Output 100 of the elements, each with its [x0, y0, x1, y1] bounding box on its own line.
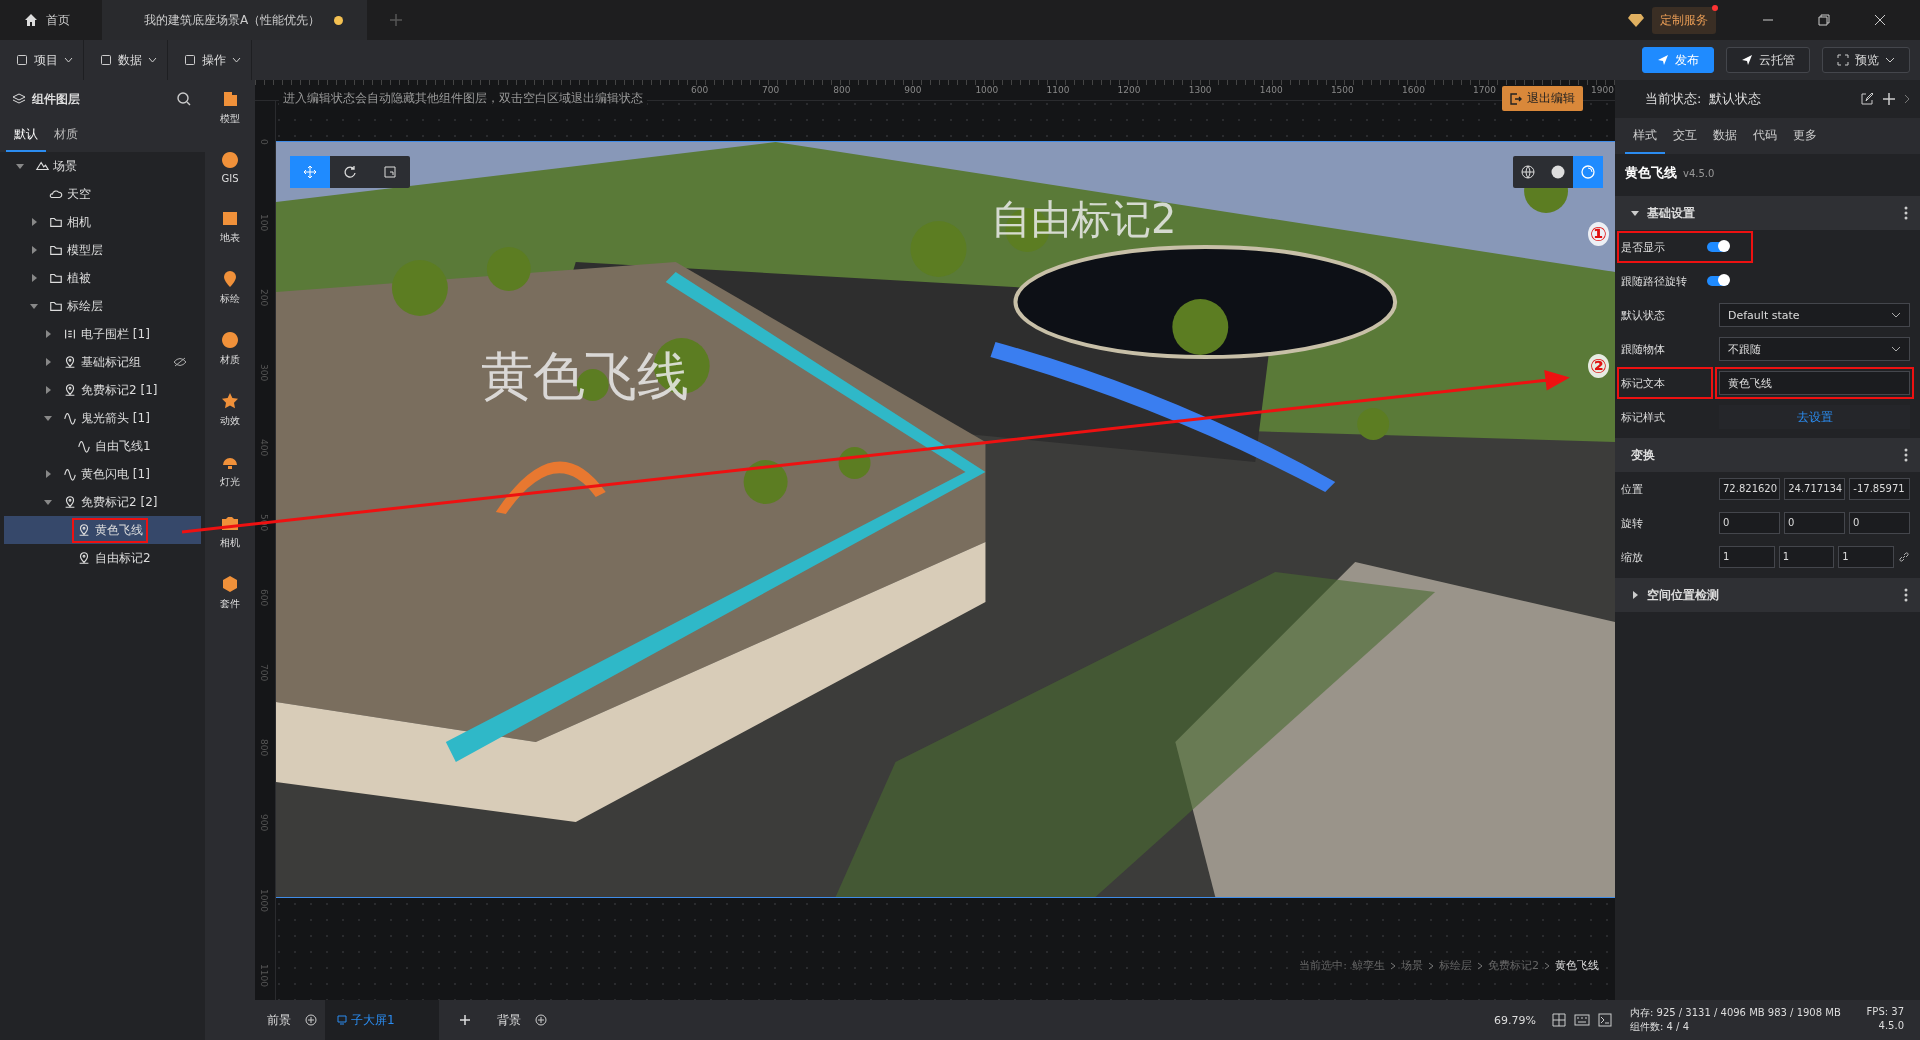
expand-caret-icon[interactable] [44, 330, 52, 338]
search-icon[interactable] [177, 92, 191, 106]
layer-tree-item[interactable]: 天空 [4, 180, 201, 208]
layer-tree-item[interactable]: 鬼光箭头 [1] [4, 404, 201, 432]
property-label: 跟随路径旋转 [1621, 273, 1688, 289]
layer-tree-item[interactable]: 免费标记2 [1] [4, 376, 201, 404]
add-circle-icon[interactable] [535, 1014, 547, 1026]
chevron-right-icon[interactable] [1904, 94, 1910, 104]
layer-tree-item[interactable]: 自由飞线1 [4, 432, 201, 460]
layer-tree-item[interactable]: 黄色飞线 [4, 516, 201, 544]
expand-caret-icon[interactable] [16, 162, 24, 170]
edit-icon[interactable] [1860, 92, 1874, 106]
exit-icon [1510, 92, 1522, 105]
menu-icon [16, 54, 28, 66]
component-tool[interactable]: 地表 [220, 209, 240, 245]
component-tool[interactable]: 套件 [220, 575, 240, 611]
layer-tree-item[interactable]: 场景 [4, 152, 201, 180]
layer-tree-item[interactable]: 黄色闪电 [1] [4, 460, 201, 488]
inspector-tab[interactable]: 样式 [1625, 118, 1665, 154]
ruler-label: 1700 [1473, 85, 1496, 95]
layer-tab[interactable]: 背景 [491, 1011, 527, 1029]
more-icon[interactable] [1904, 588, 1908, 602]
ruler-label: 1500 [1330, 85, 1354, 95]
ruler-label: 1000 [259, 889, 269, 912]
layer-tree-item[interactable]: 免费标记2 [2] [4, 488, 201, 516]
preview-button[interactable]: 预览 [1822, 47, 1910, 73]
ruler-label: 100 [259, 214, 269, 232]
number-input[interactable]: 1 [1778, 546, 1835, 568]
add-circle-icon[interactable] [305, 1014, 317, 1026]
cloud-host-button[interactable]: 云托管 [1726, 47, 1810, 73]
component-tool[interactable]: 动效 [220, 392, 240, 428]
layer-tree-item[interactable]: 相机 [4, 208, 201, 236]
inspector-tab[interactable]: 更多 [1785, 118, 1825, 154]
layer-tab[interactable]: 默认 [6, 118, 46, 152]
expand-caret-icon[interactable] [44, 386, 52, 394]
section-title: 空间位置检测 [1647, 586, 1719, 604]
component-tool[interactable]: GIS [221, 151, 239, 184]
close-icon[interactable] [1874, 14, 1886, 26]
number-input[interactable]: 0 [1719, 512, 1780, 534]
layer-tree-item[interactable]: 电子围栏 [1] [4, 320, 201, 348]
exit-edit-button[interactable]: 退出编辑 [1502, 86, 1583, 111]
number-input[interactable]: 72.821620 [1719, 478, 1781, 500]
number-input[interactable]: 24.717134 [1784, 478, 1846, 500]
settings-link[interactable]: 去设置 [1719, 405, 1910, 429]
component-tool[interactable]: 标绘 [220, 270, 240, 306]
add-icon[interactable] [459, 1014, 471, 1026]
expand-caret-icon[interactable] [1631, 591, 1639, 599]
layer-tree-item[interactable]: 模型层 [4, 236, 201, 264]
inspector-tab[interactable]: 代码 [1745, 118, 1785, 154]
number-input[interactable]: 1 [1719, 546, 1775, 568]
expand-caret-icon[interactable] [30, 246, 38, 254]
expand-caret-icon[interactable] [30, 302, 38, 310]
number-input[interactable]: 1 [1838, 546, 1894, 568]
hidden-eye-icon[interactable] [173, 357, 187, 367]
more-icon[interactable] [1904, 206, 1908, 220]
inspector-tab[interactable]: 交互 [1665, 118, 1705, 154]
component-tool[interactable]: 灯光 [220, 453, 240, 489]
ruler-label: 400 [259, 439, 269, 457]
number-input[interactable]: 0 [1849, 512, 1910, 534]
custom-service-button[interactable]: 定制服务 [1652, 6, 1716, 34]
layer-tree-item[interactable]: 标绘层 [4, 292, 201, 320]
chevron-icon [1544, 961, 1550, 970]
link-icon[interactable] [1898, 551, 1910, 563]
document-tab[interactable]: 首页 [0, 0, 94, 40]
layer-tree-item[interactable]: 植被 [4, 264, 201, 292]
number-input[interactable]: -17.85971 [1849, 478, 1911, 500]
folder-icon [49, 215, 63, 229]
dropdown-select[interactable]: 不跟随 [1719, 337, 1910, 361]
toggle-switch[interactable] [1707, 276, 1729, 286]
component-tool[interactable]: 材质 [220, 331, 240, 367]
layer-tree-item[interactable]: 自由标记2 [4, 544, 201, 572]
restore-icon[interactable] [1818, 14, 1830, 26]
breadcrumb-item[interactable]: 黄色飞线 [1555, 958, 1599, 973]
expand-caret-icon[interactable] [30, 218, 38, 226]
expand-caret-icon[interactable] [30, 274, 38, 282]
folder-icon [49, 299, 63, 313]
more-icon[interactable] [1904, 448, 1908, 462]
expand-caret-icon[interactable] [44, 414, 52, 422]
document-tab[interactable]: 我的建筑底座场景A（性能优先） [102, 0, 368, 40]
add-icon[interactable] [1882, 92, 1896, 106]
screen-tab[interactable]: 子大屏1 [325, 1000, 439, 1040]
layer-tab[interactable]: 前景 [261, 1011, 297, 1029]
terminal-icon[interactable] [1598, 1013, 1612, 1027]
expand-caret-icon[interactable] [44, 498, 52, 506]
inspector-tab[interactable]: 数据 [1705, 118, 1745, 154]
expand-caret-icon[interactable] [44, 358, 52, 366]
number-input[interactable]: 0 [1784, 512, 1845, 534]
section-header[interactable]: 空间位置检测 [1615, 578, 1920, 612]
expand-caret-icon[interactable] [1631, 209, 1639, 217]
component-tool[interactable]: 模型 [220, 90, 240, 126]
expand-caret-icon[interactable] [44, 470, 52, 478]
keyboard-icon[interactable] [1574, 1014, 1590, 1026]
dropdown-select[interactable]: Default state [1719, 303, 1910, 327]
map-pin-icon [221, 270, 239, 288]
toggle-switch[interactable] [1707, 242, 1729, 252]
section-header[interactable]: 基础设置 [1615, 196, 1920, 230]
layer-tree-item[interactable]: 基础标记组 [4, 348, 201, 376]
layer-tab[interactable]: 材质 [46, 118, 86, 152]
section-header[interactable]: 变换 [1615, 438, 1920, 472]
fit-screen-icon[interactable] [1552, 1013, 1566, 1027]
